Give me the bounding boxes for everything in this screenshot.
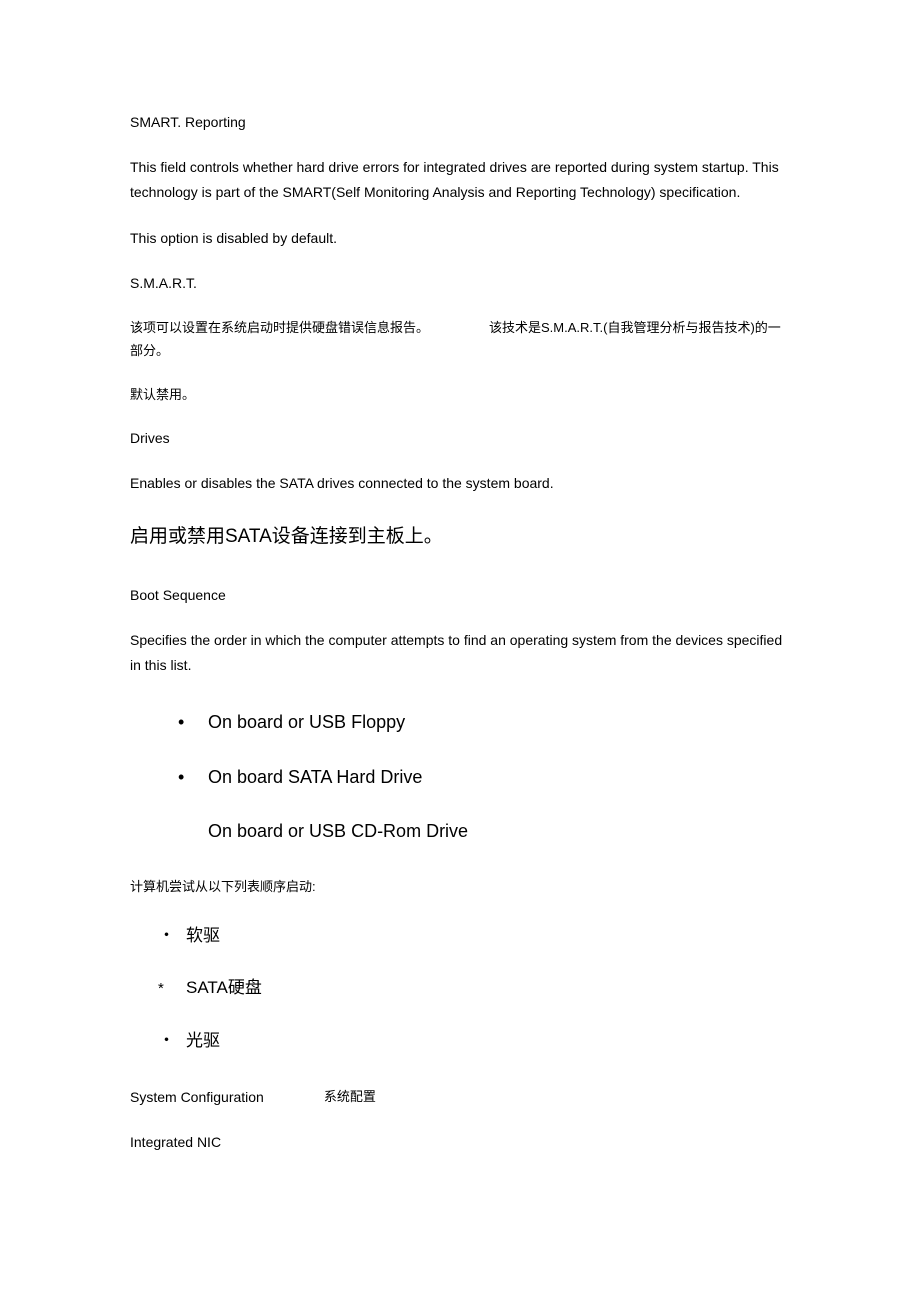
smart-default-note: This option is disabled by default. [130,226,790,251]
boot-cn-list-item: ・ 软驱 [158,921,790,952]
asterisk-icon: * [158,975,186,1002]
sysconf-title-en: System Configuration [130,1085,264,1110]
integrated-nic: Integrated NIC [130,1130,790,1155]
boot-item-text: On board or USB Floppy [208,706,405,738]
sysconf-row: System Configuration 系统配置 [130,1085,790,1110]
boot-cn-list: ・ 软驱 * SATA硬盘 ・ 光驱 [130,921,790,1057]
bullet-icon: • [178,706,208,738]
boot-title: Boot Sequence [130,583,790,608]
bullet-icon: ・ [158,1026,186,1057]
bullet-icon: • [178,761,208,793]
boot-list-item: • On board or USB Floppy [178,706,790,738]
boot-list-item: On board or USB CD-Rom Drive [178,815,790,847]
boot-cn-item-text: 软驱 [186,921,220,952]
drives-cn-desc: 启用或禁用SATA设备连接到主板上。 [130,520,790,554]
boot-list-item: • On board SATA Hard Drive [178,761,790,793]
smart-desc: This field controls whether hard drive e… [130,155,790,205]
boot-item-text: On board or USB CD-Rom Drive [208,821,468,841]
smart-cn-desc: 该项可以设置在系统启动时提供硬盘错误信息报告。该技术是S.M.A.R.T.(自我… [130,316,790,363]
smart-cn-default: 默认禁用。 [130,383,790,406]
drives-title: Drives [130,426,790,451]
boot-desc: Specifies the order in which the compute… [130,628,790,678]
boot-cn-item-text: SATA硬盘 [186,973,262,1004]
smart-reporting-title: SMART. Reporting [130,110,790,135]
bullet-icon: ・ [158,921,186,952]
smart-cn-desc-p1: 该项可以设置在系统启动时提供硬盘错误信息报告。 [130,320,429,335]
smart-abbr: S.M.A.R.T. [130,271,790,296]
sysconf-title-cn: 系统配置 [324,1085,376,1110]
boot-item-text: On board SATA Hard Drive [208,761,422,793]
boot-list: • On board or USB Floppy • On board SATA… [130,706,790,847]
drives-desc: Enables or disables the SATA drives conn… [130,471,790,496]
boot-cn-lead: 计算机尝试从以下列表顺序启动: [130,875,790,898]
boot-cn-list-item: * SATA硬盘 [158,973,790,1004]
boot-cn-list-item: ・ 光驱 [158,1026,790,1057]
boot-cn-item-text: 光驱 [186,1026,220,1057]
